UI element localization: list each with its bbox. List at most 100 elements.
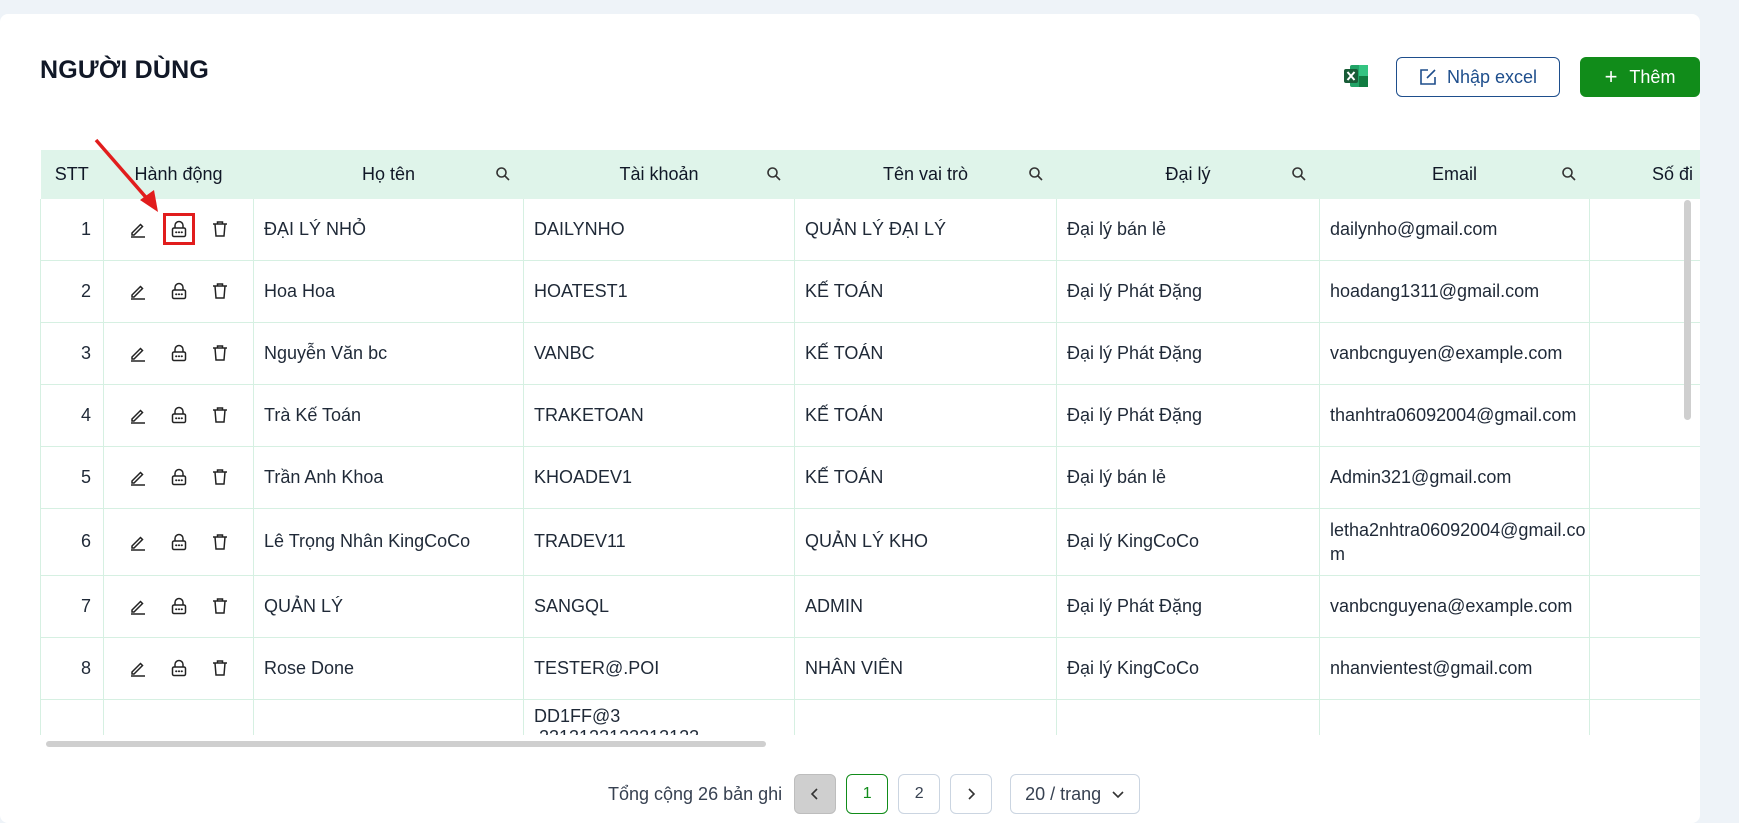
add-user-button[interactable]: + Thêm (1580, 57, 1700, 97)
red-arrow-annotation (94, 138, 158, 212)
lock-icon[interactable] (168, 595, 190, 617)
cell-stt: 8 (40, 637, 104, 700)
trash-icon[interactable] (209, 657, 231, 679)
lock-icon[interactable] (168, 280, 190, 302)
cell-email-line: m (1330, 543, 1345, 564)
cell-account: VANBC (523, 322, 795, 385)
edit-icon[interactable] (127, 595, 149, 617)
total-records: Tổng cộng 26 bản ghi (608, 783, 783, 804)
page-button-1[interactable]: 1 (846, 774, 889, 814)
cell-name: Lê Trọng Nhân KingCoCo (253, 508, 524, 576)
cell-actions (103, 575, 254, 638)
lock-icon[interactable] (168, 342, 190, 364)
trash-icon[interactable] (209, 280, 231, 302)
col-role: Tên vai trò (794, 150, 1057, 199)
import-excel-button[interactable]: Nhập excel (1396, 57, 1560, 97)
cell-name: Rose Done (253, 637, 524, 700)
table-row[interactable]: 7 QUẢN LÝ SANGQL ADMIN Đại lý Phát Đặng vanbc… (40, 575, 1700, 638)
cell-phone (1589, 508, 1700, 576)
trash-icon[interactable] (209, 531, 231, 553)
cell-stt: 2 (40, 260, 104, 323)
trash-icon[interactable] (209, 404, 231, 426)
lock-icon[interactable] (168, 531, 190, 553)
cell-email-container: dailynho@gmail.com (1319, 199, 1590, 261)
col-phone: Số đi (1589, 150, 1700, 199)
edit-icon[interactable] (127, 657, 149, 679)
edit-external-icon (1420, 69, 1436, 85)
search-icon[interactable] (1028, 166, 1044, 182)
cell-agency: Đại lý bán lẻ (1056, 446, 1320, 509)
prev-page-button[interactable] (794, 774, 837, 814)
cell-stt: 5 (40, 446, 104, 509)
cell-actions (103, 446, 254, 509)
chevron-right-icon (968, 788, 976, 800)
cell-stt: 4 (40, 384, 104, 447)
cell-role: KẾ TOÁN (794, 446, 1057, 509)
vertical-scrollbar[interactable] (1684, 200, 1691, 420)
search-icon[interactable] (766, 166, 782, 182)
lock-icon[interactable] (168, 657, 190, 679)
chevron-left-icon (811, 788, 818, 800)
table-row[interactable]: 3 Nguyễn Văn bc VANBC KẾ TOÁN Đại lý Phát Đặ… (40, 322, 1700, 385)
cell-name: Nguyễn Văn bc (253, 322, 524, 385)
cell-role: ADMIN (794, 575, 1057, 638)
cell-name: Trần Anh Khoa (253, 446, 524, 509)
cell-phone (1589, 637, 1700, 700)
cell-agency: Đại lý Phát Đặng (1056, 260, 1320, 323)
table-row[interactable]: 1 ĐẠI LÝ NHỎ DAILYNHO QUẢN LÝ ĐẠI LÝ Đại lý … (40, 199, 1700, 261)
users-table: STT Hành động Họ tên Tài khoản Tên vai t… (40, 150, 1700, 735)
cell-agency: Đại lý KingCoCo (1056, 508, 1320, 576)
next-page-button[interactable] (950, 774, 993, 814)
cell-stt: 3 (40, 322, 104, 385)
horizontal-scrollbar[interactable] (46, 741, 766, 747)
table-header: STT Hành động Họ tên Tài khoản Tên vai t… (40, 150, 1700, 199)
trash-icon[interactable] (209, 342, 231, 364)
table-row[interactable]: DD1FF@3 .2313123123213123 (40, 699, 1700, 735)
cell-name: QUẢN LÝ (253, 575, 524, 638)
trash-icon[interactable] (209, 466, 231, 488)
cell-role: KẾ TOÁN (794, 260, 1057, 323)
search-icon[interactable] (1561, 166, 1577, 182)
cell-agency: Đại lý Phát Đặng (1056, 322, 1320, 385)
cell-actions (103, 384, 254, 447)
cell-account: TRADEV11 (523, 508, 795, 576)
cell-email-container (1319, 699, 1590, 735)
search-icon[interactable] (1291, 166, 1307, 182)
cell-agency: Đại lý Phát Đặng (1056, 575, 1320, 638)
search-icon[interactable] (495, 166, 511, 182)
table-row[interactable]: 2 Hoa Hoa HOATEST1 KẾ TOÁN Đại lý Phát Đặng h… (40, 260, 1700, 323)
edit-icon[interactable] (127, 342, 149, 364)
trash-icon[interactable] (209, 218, 231, 240)
table-row[interactable]: 8 Rose Done TESTER@.POI NHÂN VIÊN Đại lý Kin… (40, 637, 1700, 700)
lock-icon[interactable] (168, 466, 190, 488)
edit-icon[interactable] (127, 531, 149, 553)
add-user-label: Thêm (1629, 66, 1676, 87)
cell-email: dailynho@gmail.com (1330, 218, 1498, 239)
cell-email-container: hoadang1311@gmail.com (1319, 260, 1590, 323)
cell-phone (1589, 699, 1700, 735)
cell-name: Trà Kế Toán (253, 384, 524, 447)
cell-agency: Đại lý bán lẻ (1056, 199, 1320, 261)
table-row[interactable]: 5 Trần Anh Khoa KHOADEV1 KẾ TOÁN Đại lý bán … (40, 446, 1700, 509)
cell-name: ĐẠI LÝ NHỎ (253, 199, 524, 261)
cell-account: SANGQL (523, 575, 795, 638)
excel-icon[interactable] (1342, 62, 1370, 90)
table-row[interactable]: 6 Lê Trọng Nhân KingCoCo TRADEV11 QUẢN LÝ K… (40, 508, 1700, 576)
trash-icon[interactable] (209, 595, 231, 617)
cell-email: vanbcnguyena@example.com (1330, 595, 1573, 616)
cell-account: KHOADEV1 (523, 446, 795, 509)
cell-role: KẾ TOÁN (794, 384, 1057, 447)
edit-icon[interactable] (127, 280, 149, 302)
col-account: Tài khoản (523, 150, 795, 199)
cell-stt: 6 (40, 508, 104, 576)
cell-account: TESTER@.POI (523, 637, 795, 700)
table-row[interactable]: 4 Trà Kế Toán TRAKETOAN KẾ TOÁN Đại lý Phát … (40, 384, 1700, 447)
edit-icon[interactable] (127, 466, 149, 488)
page-size-select[interactable]: 20 / trang (1010, 774, 1141, 814)
cell-role: QUẢN LÝ ĐẠI LÝ (794, 199, 1057, 261)
page-button-2[interactable]: 2 (898, 774, 941, 814)
cell-actions (103, 260, 254, 323)
edit-icon[interactable] (127, 404, 149, 426)
cell-email-container: nhanvientest@gmail.com (1319, 637, 1590, 700)
lock-icon[interactable] (168, 404, 190, 426)
